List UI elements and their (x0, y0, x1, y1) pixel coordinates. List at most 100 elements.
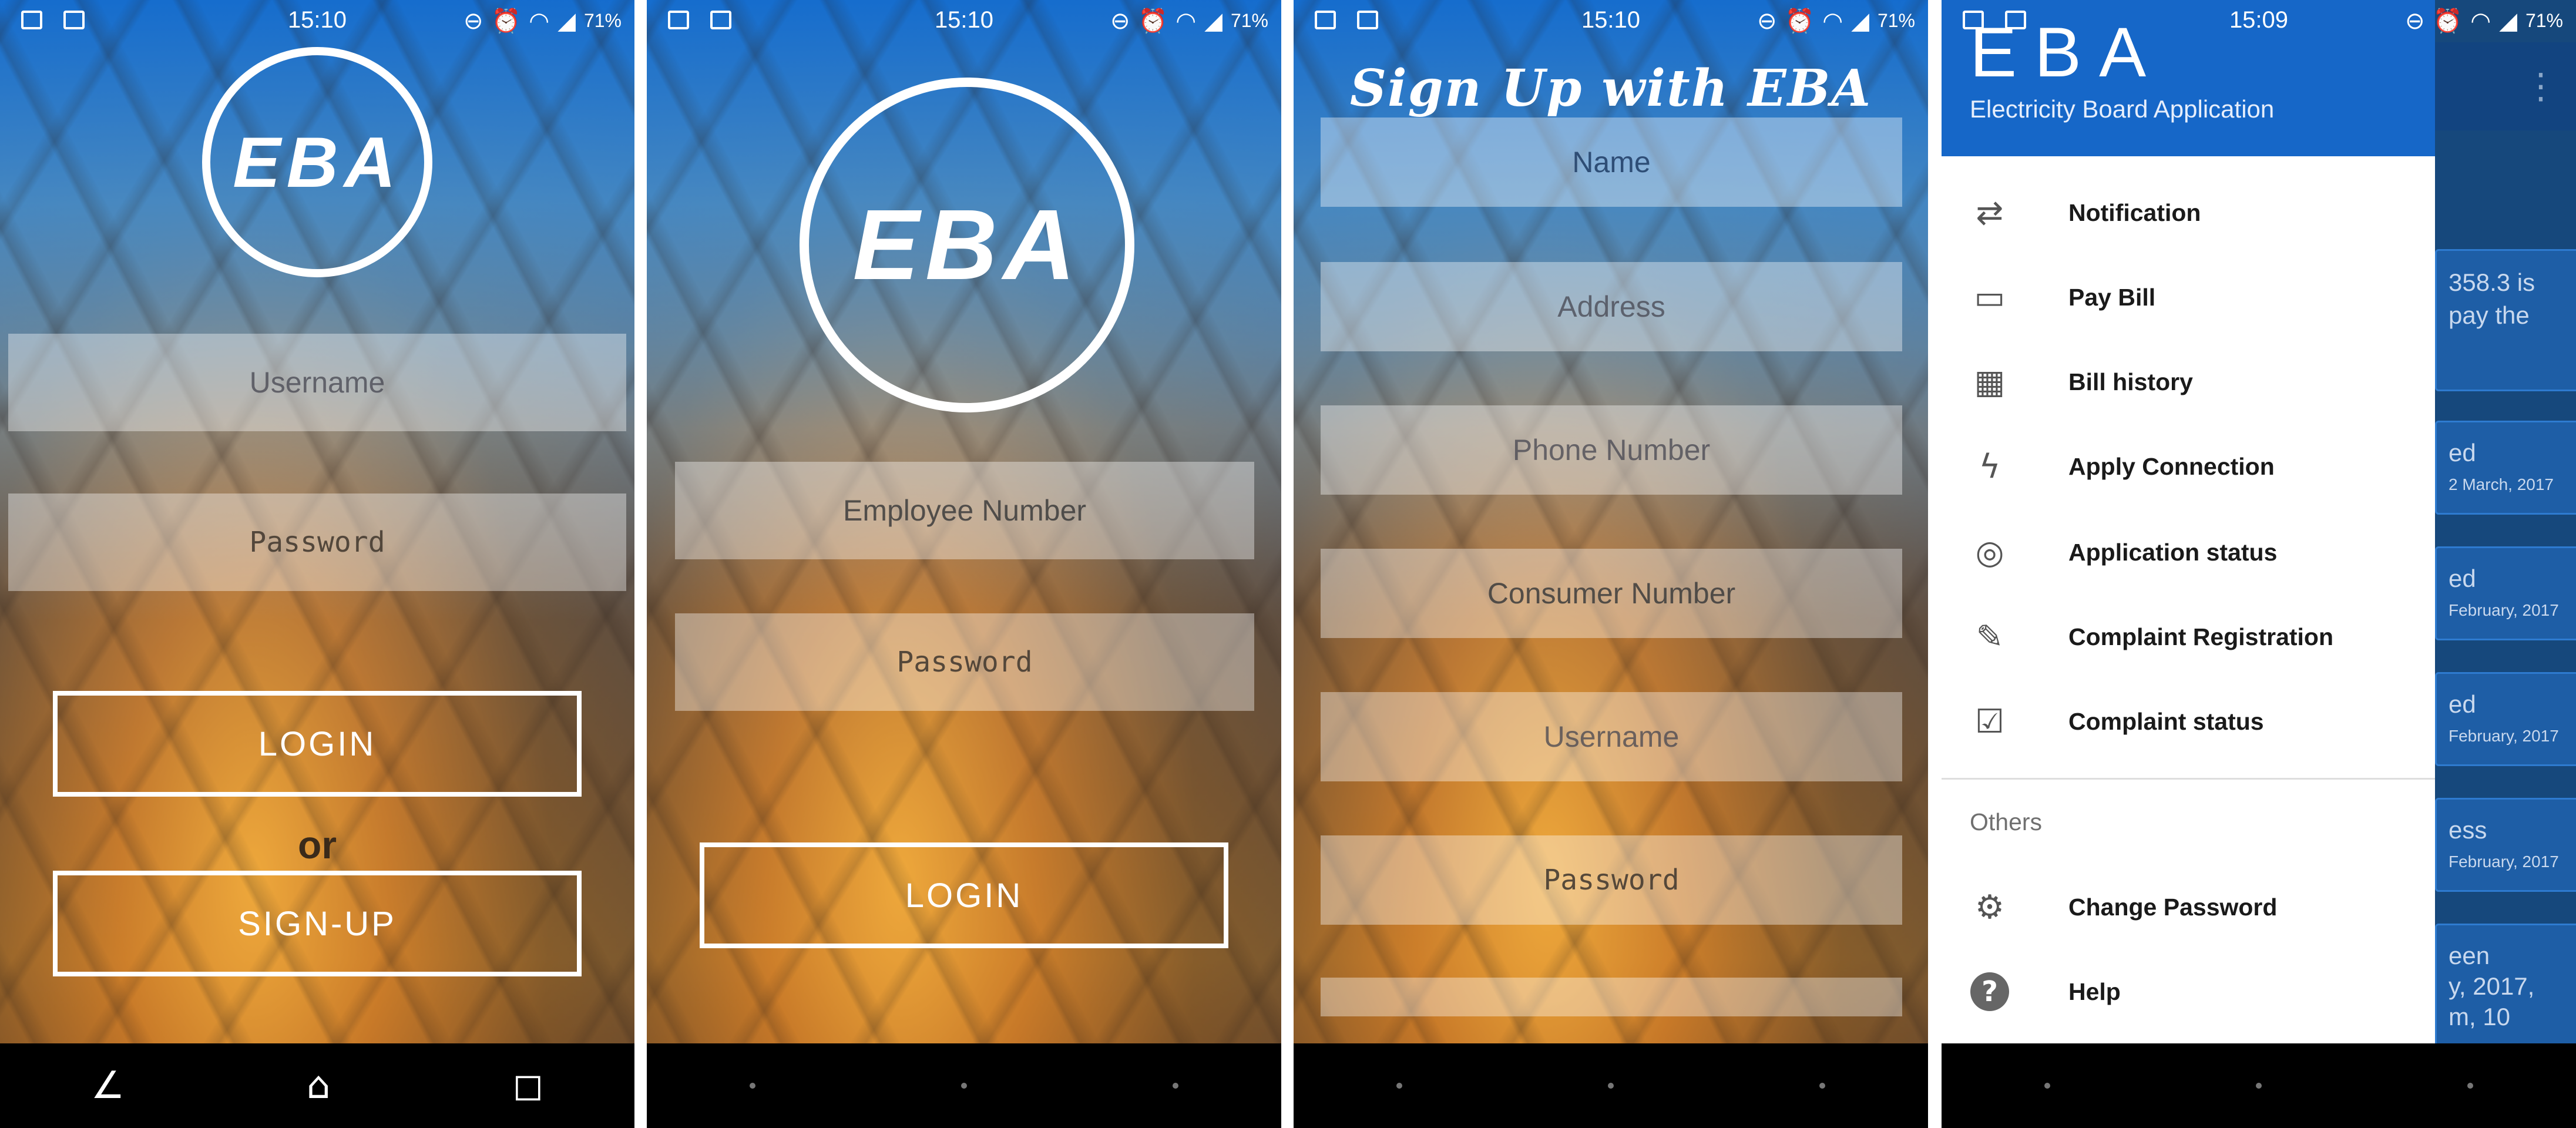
alarm-icon: ⏰ (1138, 8, 1168, 34)
document-edit-icon: ✎ (1976, 617, 2004, 656)
recents-icon[interactable]: ◻ (512, 1064, 543, 1107)
menu-item-change-password[interactable]: ⚙ Change Password (1942, 872, 2435, 942)
signal-icon: ◢ (1204, 8, 1222, 34)
dimmed-card-line: m, 10 (2449, 1003, 2511, 1030)
nav-dot-recents[interactable] (2467, 1083, 2473, 1089)
retype-password-input-partial[interactable] (1321, 978, 1902, 1016)
dimmed-card-line: ess (2449, 816, 2487, 844)
status-bar: 15:10 ⊖ ⏰ ◠ ◢ 71% (647, 0, 1281, 42)
dimmed-card-line: February, 2017 (2449, 727, 2559, 745)
menu-item-help[interactable]: ? Help (1942, 956, 2435, 1027)
password-input[interactable]: Password (8, 494, 626, 591)
nav-dot-recents[interactable] (1173, 1083, 1178, 1089)
calculator-icon: ▦ (1974, 362, 2006, 401)
wifi-icon: ◠ (1176, 8, 1197, 34)
navigation-bar (647, 1043, 1281, 1128)
menu-item-label: Notification (2068, 199, 2201, 226)
wifi-icon: ◠ (2470, 8, 2491, 34)
consumer-number-input[interactable]: Consumer Number (1321, 549, 1902, 638)
dimmed-card-line: 358.3 is (2449, 268, 2535, 296)
nav-dot-home[interactable] (1608, 1083, 1614, 1089)
phone-number-input[interactable]: Phone Number (1321, 405, 1902, 495)
name-input[interactable]: Name (1321, 118, 1902, 207)
password-input[interactable]: Password (675, 613, 1254, 711)
menu-item-label: Complaint Registration (2068, 623, 2334, 650)
consumer-number-placeholder: Consumer Number (1487, 577, 1736, 610)
gear-icon: ⚙ (1974, 888, 2005, 926)
signup-title: Sign Up with EBA (1349, 59, 1872, 118)
dimmed-card: een y, 2017, m, 10 (2435, 924, 2576, 1047)
overflow-menu-icon[interactable]: ⋮ (2523, 66, 2558, 107)
signup-password-placeholder: Password (1543, 864, 1680, 897)
status-bar: 15:09 ⊖ ⏰ ◠ ◢ 71% (1942, 0, 2576, 42)
or-separator: or (298, 823, 337, 867)
login-button[interactable]: LOGIN (53, 691, 582, 797)
login-button[interactable]: LOGIN (700, 842, 1228, 948)
nav-dot-home[interactable] (2256, 1083, 2262, 1089)
login-button-label: LOGIN (258, 724, 377, 763)
help-icon: ? (1969, 971, 2011, 1013)
menu-item-application-status[interactable]: ◎ Application status (1942, 517, 2435, 588)
navigation-bar (1294, 1043, 1928, 1128)
drawer-subtitle: Electricity Board Application (1970, 95, 2275, 123)
nav-dot-recents[interactable] (1819, 1083, 1825, 1089)
app-logo: EBA (202, 47, 432, 277)
dimmed-card-line: ed (2449, 439, 2476, 466)
menu-item-bill-history[interactable]: ▦ Bill history (1942, 347, 2435, 417)
dimmed-card: ed 2 March, 2017 (2435, 421, 2576, 515)
menu-item-notification[interactable]: ⇄ Notification (1942, 177, 2435, 248)
username-input[interactable]: Username (8, 334, 626, 431)
nav-dot-back[interactable] (750, 1083, 755, 1089)
signal-icon: ◢ (2499, 8, 2517, 34)
signup-username-input[interactable]: Username (1321, 692, 1902, 781)
address-placeholder: Address (1557, 290, 1665, 323)
nav-dot-home[interactable] (961, 1083, 967, 1089)
phone-number-placeholder: Phone Number (1512, 434, 1711, 466)
menu-item-label: Application status (2068, 538, 2278, 566)
employee-number-input[interactable]: Employee Number (675, 462, 1254, 559)
alarm-icon: ⏰ (2433, 8, 2463, 34)
pay-card-icon: ▭ (1974, 278, 2006, 317)
signup-password-input[interactable]: Password (1321, 835, 1902, 925)
home-icon[interactable]: ⌂ (307, 1064, 331, 1107)
section-others-label: Others (1970, 808, 2043, 835)
menu-item-complaint-status[interactable]: ☑ Complaint status (1942, 686, 2435, 757)
dimmed-card-line: 2 March, 2017 (2449, 475, 2554, 494)
signup-button-label: SIGN-UP (238, 904, 397, 943)
back-icon[interactable]: ∠ (91, 1064, 125, 1107)
screen-signup: 15:10 ⊖ ⏰ ◠ ◢ 71% Sign Up with EBA Name … (1294, 0, 1928, 1128)
address-input[interactable]: Address (1321, 262, 1902, 351)
logo-text: EBA (852, 189, 1082, 301)
status-bar: 15:10 ⊖ ⏰ ◠ ◢ 71% (1294, 0, 1928, 42)
nav-dot-back[interactable] (2044, 1083, 2050, 1089)
signal-icon: ◢ (557, 8, 576, 34)
menu-item-pay-bill[interactable]: ▭ Pay Bill (1942, 262, 2435, 333)
refresh-icon: ⇄ (1976, 193, 2004, 232)
signal-icon: ◢ (1851, 8, 1869, 34)
battery-level: 71% (2525, 10, 2563, 31)
status-bar: 15:10 ⊖ ⏰ ◠ ◢ 71% (0, 0, 634, 42)
dimmed-card: ess February, 2017 (2435, 798, 2576, 892)
dimmed-card-line: February, 2017 (2449, 601, 2559, 619)
menu-item-label: Change Password (2068, 893, 2278, 921)
menu-item-complaint-registration[interactable]: ✎ Complaint Registration (1942, 602, 2435, 672)
dimmed-card-line: pay the (2449, 301, 2530, 329)
dimmed-card-line: February, 2017 (2449, 852, 2559, 871)
navigation-bar (1942, 1043, 2576, 1128)
dimmed-card-line: ed (2449, 565, 2476, 592)
alarm-icon: ⏰ (491, 8, 521, 34)
clipboard-check-icon: ☑ (1974, 702, 2005, 741)
navigation-drawer: EBA Electricity Board Application ⇄ Noti… (1942, 0, 2435, 1043)
battery-level: 71% (1230, 10, 1268, 31)
battery-level: 71% (1877, 10, 1915, 31)
menu-item-apply-connection[interactable]: ϟ Apply Connection (1942, 431, 2435, 502)
menu-item-label: Apply Connection (2068, 452, 2275, 480)
dimmed-card: ed February, 2017 (2435, 546, 2576, 640)
nav-dot-back[interactable] (1396, 1083, 1402, 1089)
menu-item-label: Pay Bill (2068, 283, 2156, 311)
sync-icon: ⊖ (463, 8, 483, 34)
wifi-icon: ◠ (1822, 8, 1843, 34)
bolt-icon: ϟ (1979, 447, 2001, 486)
screen-employee-login: 15:10 ⊖ ⏰ ◠ ◢ 71% EBA Employee Number Pa… (647, 0, 1281, 1128)
signup-button[interactable]: SIGN-UP (53, 871, 582, 976)
